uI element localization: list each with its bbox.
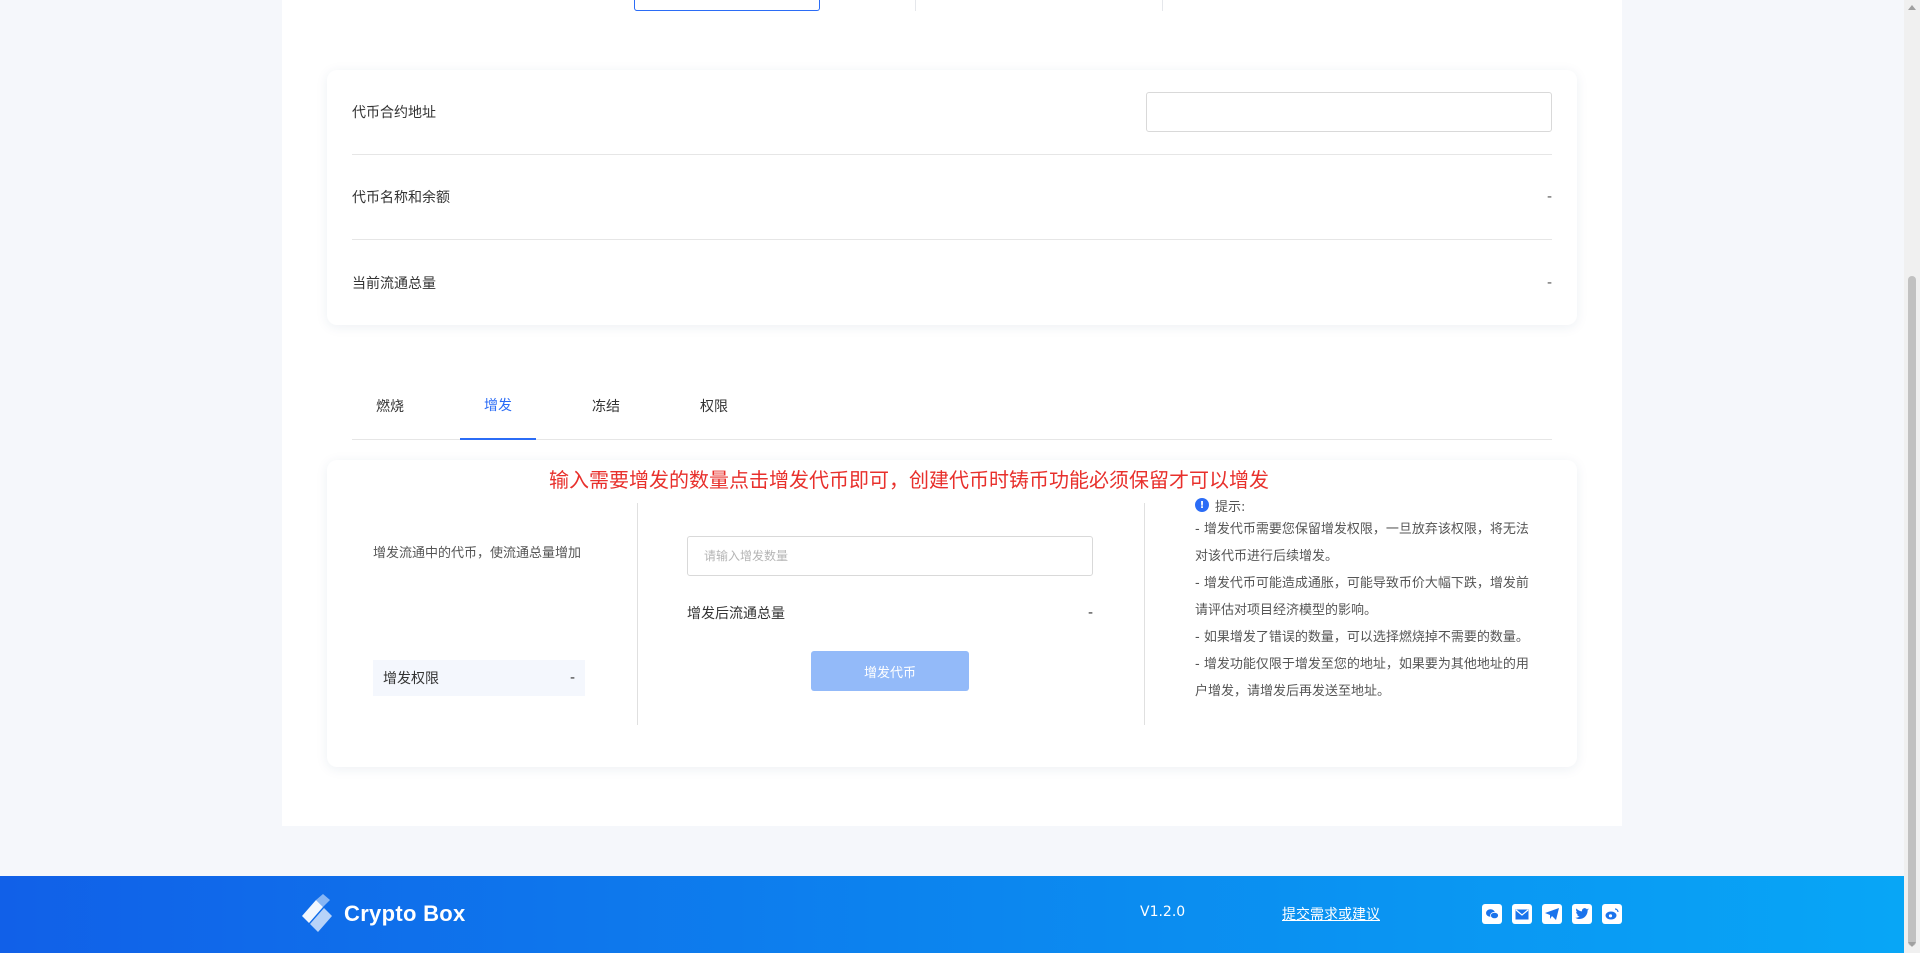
mint-permission-value: - bbox=[569, 670, 575, 686]
after-supply-label: 增发后流通总量 bbox=[687, 606, 785, 622]
version-label: V1.2.0 bbox=[1140, 904, 1186, 920]
scroll-thumb[interactable] bbox=[1908, 276, 1916, 946]
page-scrollbar[interactable] bbox=[1904, 0, 1920, 953]
after-supply-value: - bbox=[1087, 605, 1093, 621]
name-balance-label: 代币名称和余额 bbox=[352, 190, 450, 206]
tab-burn[interactable]: 燃烧 bbox=[352, 372, 428, 440]
crypto-box-logo-icon bbox=[296, 894, 338, 934]
token-info-card: 代币合约地址 代币名称和余额 - 当前流通总量 - bbox=[327, 70, 1577, 325]
mint-description-column: 增发流通中的代币，使流通总量增加 bbox=[373, 540, 587, 568]
tip-line: - 如果增发了错误的数量，可以选择燃烧掉不需要的数量。 bbox=[1195, 630, 1529, 645]
mint-description: 增发流通中的代币，使流通总量增加 bbox=[373, 546, 582, 561]
after-supply-row: 增发后流通总量 - bbox=[687, 602, 1093, 624]
mint-card: 输入需要增发的数量点击增发代币即可，创建代币时铸币功能必须保留才可以增发 增发流… bbox=[327, 460, 1577, 767]
mint-annotation: 输入需要增发的数量点击增发代币即可，创建代币时铸币功能必须保留才可以增发 bbox=[549, 468, 1269, 492]
twitter-icon[interactable] bbox=[1572, 904, 1592, 924]
mint-token-button[interactable]: 增发代币 bbox=[811, 651, 969, 691]
brand-name: Crypto Box bbox=[344, 901, 466, 926]
contract-address-input[interactable] bbox=[1146, 92, 1552, 132]
tab-permission[interactable]: 权限 bbox=[676, 372, 752, 440]
current-supply-value: - bbox=[1546, 274, 1552, 291]
tab-freeze[interactable]: 冻结 bbox=[568, 372, 644, 440]
wechat-icon[interactable] bbox=[1482, 904, 1502, 924]
column-divider bbox=[637, 503, 638, 725]
tips-panel: ! 提示: - 增发代币需要您保留增发权限，一旦放弃该权限，将无法对该代币进行后… bbox=[1195, 494, 1540, 705]
mail-icon[interactable] bbox=[1512, 904, 1532, 924]
scroll-down-arrow-icon[interactable] bbox=[1908, 942, 1916, 947]
name-balance-value: - bbox=[1546, 189, 1552, 205]
page: 代币合约地址 代币名称和余额 - 当前流通总量 - 燃烧 增发 冻结 权限 输入… bbox=[0, 0, 1904, 953]
social-links bbox=[1482, 904, 1622, 924]
main-panel: 代币合约地址 代币名称和余额 - 当前流通总量 - 燃烧 增发 冻结 权限 输入… bbox=[282, 0, 1622, 826]
tab-mint[interactable]: 增发 bbox=[460, 372, 536, 440]
name-balance-row: 代币名称和余额 - bbox=[352, 155, 1552, 240]
top-tab-divider bbox=[915, 0, 916, 11]
current-supply-label: 当前流通总量 bbox=[352, 275, 436, 292]
contract-address-row: 代币合约地址 bbox=[352, 70, 1552, 155]
info-icon: ! bbox=[1195, 498, 1209, 512]
tip-line: - 增发代币可能造成通胀，可能导致币价大幅下跌，增发前请评估对项目经济模型的影响… bbox=[1195, 576, 1529, 618]
mint-amount-input[interactable] bbox=[687, 536, 1093, 576]
top-tab-strip bbox=[282, 0, 1622, 12]
footer: Crypto Box V1.2.0 提交需求或建议 bbox=[0, 876, 1904, 953]
scroll-up-arrow-icon[interactable] bbox=[1908, 5, 1916, 10]
current-supply-row: 当前流通总量 - bbox=[352, 240, 1552, 325]
tips-title: 提示: bbox=[1215, 499, 1246, 515]
mint-permission-box: 增发权限 - bbox=[373, 660, 585, 696]
tip-line: - 增发功能仅限于增发至您的地址，如果要为其他地址的用户增发，请增发后再发送至地… bbox=[1195, 657, 1529, 699]
tips-header: ! 提示: bbox=[1195, 494, 1540, 516]
telegram-icon[interactable] bbox=[1542, 904, 1562, 924]
function-tabs: 燃烧 增发 冻结 权限 bbox=[352, 372, 1552, 440]
brand-logo[interactable]: Crypto Box bbox=[296, 894, 466, 934]
weibo-icon[interactable] bbox=[1602, 904, 1622, 924]
mint-permission-label: 增发权限 bbox=[383, 671, 439, 687]
contract-address-label: 代币合约地址 bbox=[352, 105, 436, 121]
tip-line: - 增发代币需要您保留增发权限，一旦放弃该权限，将无法对该代币进行后续增发。 bbox=[1195, 522, 1529, 564]
feedback-link[interactable]: 提交需求或建议 bbox=[1282, 904, 1380, 924]
top-tab-active[interactable] bbox=[634, 0, 820, 11]
column-divider bbox=[1144, 503, 1145, 725]
top-tab-divider bbox=[1162, 0, 1163, 11]
